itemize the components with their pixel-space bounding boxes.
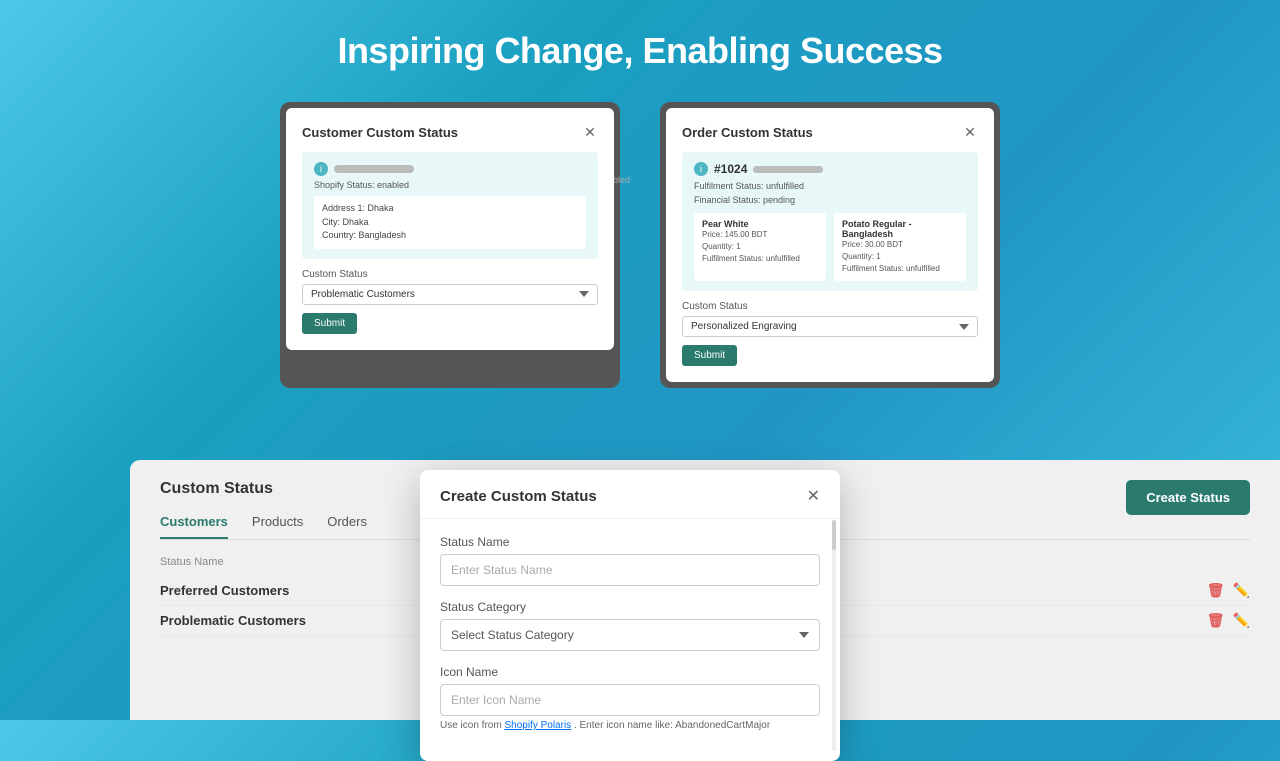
- order-custom-status-label: Custom Status: [682, 301, 978, 312]
- delete-icon-1[interactable]: 🗑: [1207, 582, 1225, 599]
- product1-name: Pear White: [702, 219, 818, 229]
- address-country: Country: Bangladesh: [322, 229, 578, 243]
- order-submit-button[interactable]: Submit: [682, 345, 737, 366]
- create-modal-title: Create Custom Status: [440, 488, 597, 505]
- status-category-group: Status Category Select Status Category: [440, 600, 820, 651]
- status-name-label: Status Name: [440, 535, 820, 549]
- shopify-status-text: Shopify Status: enabled: [314, 180, 586, 190]
- customer-modal-titlebar: Customer Custom Status ✕: [302, 124, 598, 140]
- order-financial-status: Financial Status: pending: [694, 194, 966, 208]
- row-preferred-customers: Preferred Customers: [160, 583, 289, 598]
- product2-fulfillment: Fulfilment Status: unfulfilled: [842, 263, 958, 275]
- product2-box: Potato Regular - Bangladesh Price: 30.00…: [834, 213, 966, 281]
- edit-icon-2[interactable]: ✏️: [1233, 612, 1250, 629]
- customer-info-icon: i: [314, 162, 328, 176]
- address-city: City: Dhaka: [322, 216, 578, 230]
- edit-icon-1[interactable]: ✏️: [1233, 582, 1250, 599]
- order-info-icon: i: [694, 162, 708, 176]
- hero-title: Inspiring Change, Enabling Success: [0, 30, 1280, 72]
- icon-name-label: Icon Name: [440, 665, 820, 679]
- order-modal-close-icon[interactable]: ✕: [962, 124, 978, 140]
- product1-qty: Quantity: 1: [702, 241, 818, 253]
- order-header: i #1024: [694, 162, 966, 176]
- order-modal-title: Order Custom Status: [682, 125, 813, 140]
- tab-orders[interactable]: Orders: [327, 514, 367, 539]
- customer-modal-inner: Customer Custom Status ✕ i Shopify Statu…: [286, 108, 614, 350]
- modal-scrollbar[interactable]: [832, 520, 836, 751]
- customer-info-header: i: [314, 162, 586, 176]
- customer-modal-card: Customer Custom Status ✕ i Shopify Statu…: [280, 102, 620, 388]
- order-id: #1024: [714, 162, 747, 176]
- order-modal-inner: Order Custom Status ✕ i #1024 Fulfilment…: [666, 108, 994, 382]
- row-problematic-customers: Problematic Customers: [160, 613, 306, 628]
- tab-customers[interactable]: Customers: [160, 514, 228, 539]
- product2-qty: Quantity: 1: [842, 251, 958, 263]
- hint-prefix: Use icon from: [440, 720, 502, 731]
- order-info-box: i #1024 Fulfilment Status: unfulfilled F…: [682, 152, 978, 291]
- icon-name-group: Icon Name Use icon from Shopify Polaris …: [440, 665, 820, 731]
- create-modal-header: Create Custom Status ✕: [420, 470, 840, 519]
- customer-modal-close-icon[interactable]: ✕: [582, 124, 598, 140]
- order-fulfillment-status: Fulfilment Status: unfulfilled: [694, 180, 966, 194]
- row2-actions: 🗑 ✏️: [1207, 612, 1250, 629]
- customer-custom-status-label: Custom Status: [302, 269, 598, 280]
- product1-box: Pear White Price: 145.00 BDT Quantity: 1…: [694, 213, 826, 281]
- icon-name-input[interactable]: [440, 684, 820, 716]
- order-id-blur: [753, 166, 823, 173]
- customer-modal-title: Customer Custom Status: [302, 125, 458, 140]
- hero-section: Inspiring Change, Enabling Success: [0, 0, 1280, 92]
- create-modal-close-icon[interactable]: ✕: [807, 486, 820, 506]
- status-category-select[interactable]: Select Status Category: [440, 619, 820, 651]
- cards-row: Customer Custom Status ✕ i Shopify Statu…: [0, 102, 1280, 388]
- product2-name: Potato Regular - Bangladesh: [842, 219, 958, 239]
- customer-info-box: i Shopify Status: enabled Address 1: Dha…: [302, 152, 598, 259]
- shopify-polaris-link[interactable]: Shopify Polaris: [504, 720, 571, 731]
- order-modal-titlebar: Order Custom Status ✕: [682, 124, 978, 140]
- create-custom-status-modal: Create Custom Status ✕ Status Name Statu…: [420, 470, 840, 761]
- create-modal-body: Status Name Status Category Select Statu…: [420, 519, 840, 761]
- address-box: Address 1: Dhaka City: Dhaka Country: Ba…: [314, 196, 586, 249]
- hint-suffix: . Enter icon name like: AbandonedCartMaj…: [574, 720, 770, 731]
- customer-submit-button[interactable]: Submit: [302, 313, 357, 334]
- row1-actions: 🗑 ✏️: [1207, 582, 1250, 599]
- product1-price: Price: 145.00 BDT: [702, 229, 818, 241]
- scrollbar-thumb: [832, 520, 836, 550]
- status-name-input[interactable]: [440, 554, 820, 586]
- product2-price: Price: 30.00 BDT: [842, 239, 958, 251]
- order-status-dropdown[interactable]: Personalized Engraving: [682, 316, 978, 337]
- address-line1: Address 1: Dhaka: [322, 202, 578, 216]
- status-category-label: Status Category: [440, 600, 820, 614]
- delete-icon-2[interactable]: 🗑: [1207, 612, 1225, 629]
- icon-hint-text: Use icon from Shopify Polaris . Enter ic…: [440, 720, 820, 731]
- product1-fulfillment: Fulfilment Status: unfulfilled: [702, 253, 818, 265]
- order-modal-card: Order Custom Status ✕ i #1024 Fulfilment…: [660, 102, 1000, 388]
- create-status-button[interactable]: Create Status: [1126, 480, 1250, 515]
- tab-products[interactable]: Products: [252, 514, 303, 539]
- customer-status-dropdown[interactable]: Problematic Customers: [302, 284, 598, 305]
- products-row: Pear White Price: 145.00 BDT Quantity: 1…: [694, 213, 966, 281]
- customer-name-blur: [334, 165, 414, 173]
- status-name-group: Status Name: [440, 535, 820, 586]
